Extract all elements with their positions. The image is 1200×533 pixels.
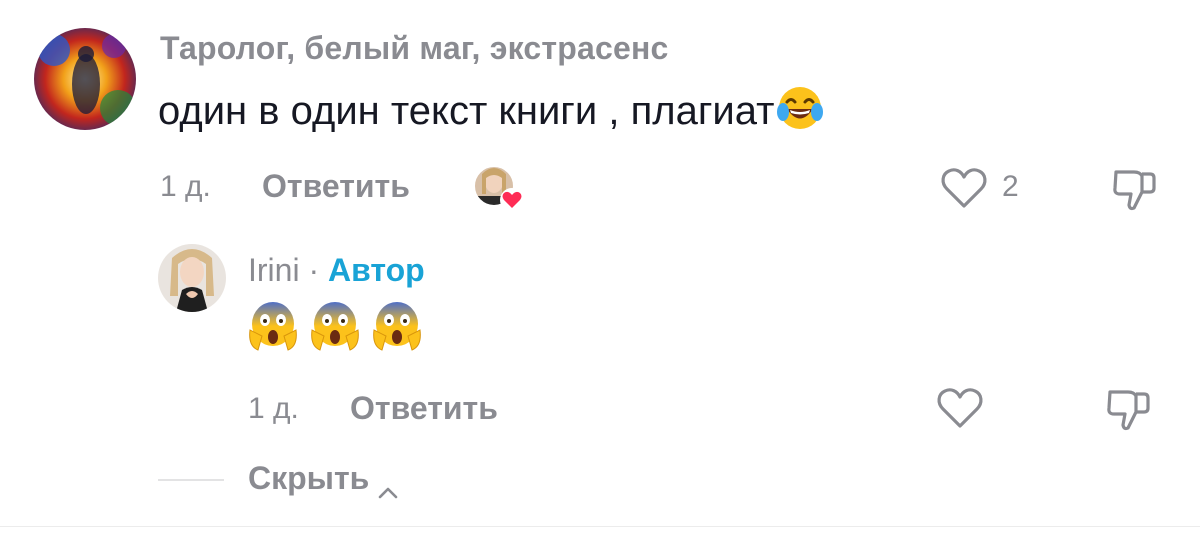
reply-button[interactable]: Ответить xyxy=(350,390,498,427)
dislike-button[interactable] xyxy=(1110,164,1158,212)
reply-author-line: Irini · Автор xyxy=(248,252,425,289)
creator-liked-icon xyxy=(472,164,526,214)
screaming-face-emoji-icon xyxy=(248,300,298,354)
screaming-face-emoji-icon xyxy=(310,300,360,354)
like-button[interactable] xyxy=(936,386,984,430)
creator-badge: Автор xyxy=(328,252,425,288)
comment-text: один в один текст книги , плагиат xyxy=(158,84,824,134)
dislike-button[interactable] xyxy=(1104,384,1152,432)
comment-timestamp: 1 д. xyxy=(160,170,211,203)
reply-comment-text xyxy=(248,300,422,354)
screaming-face-emoji-icon xyxy=(372,300,422,354)
separator-dot: · xyxy=(308,252,320,288)
laughing-emoji-icon xyxy=(776,84,824,132)
reply-timestamp: 1 д. xyxy=(248,392,299,425)
divider xyxy=(158,479,224,481)
like-count: 2 xyxy=(1002,170,1019,203)
avatar[interactable] xyxy=(158,244,226,312)
comment-text-body: один в один текст книги , плагиат xyxy=(158,89,775,133)
reply-author-name[interactable]: Irini xyxy=(248,252,300,288)
comment-author-name[interactable]: Таролог, белый маг, экстрасенс xyxy=(160,30,669,67)
like-button[interactable] xyxy=(940,166,988,210)
hide-replies-label: Скрыть xyxy=(248,460,370,496)
divider xyxy=(0,526,1200,527)
avatar[interactable] xyxy=(34,28,136,130)
hide-replies-button[interactable]: Скрыть xyxy=(248,460,399,498)
reply-button[interactable]: Ответить xyxy=(262,168,410,205)
chevron-up-icon xyxy=(377,471,399,498)
